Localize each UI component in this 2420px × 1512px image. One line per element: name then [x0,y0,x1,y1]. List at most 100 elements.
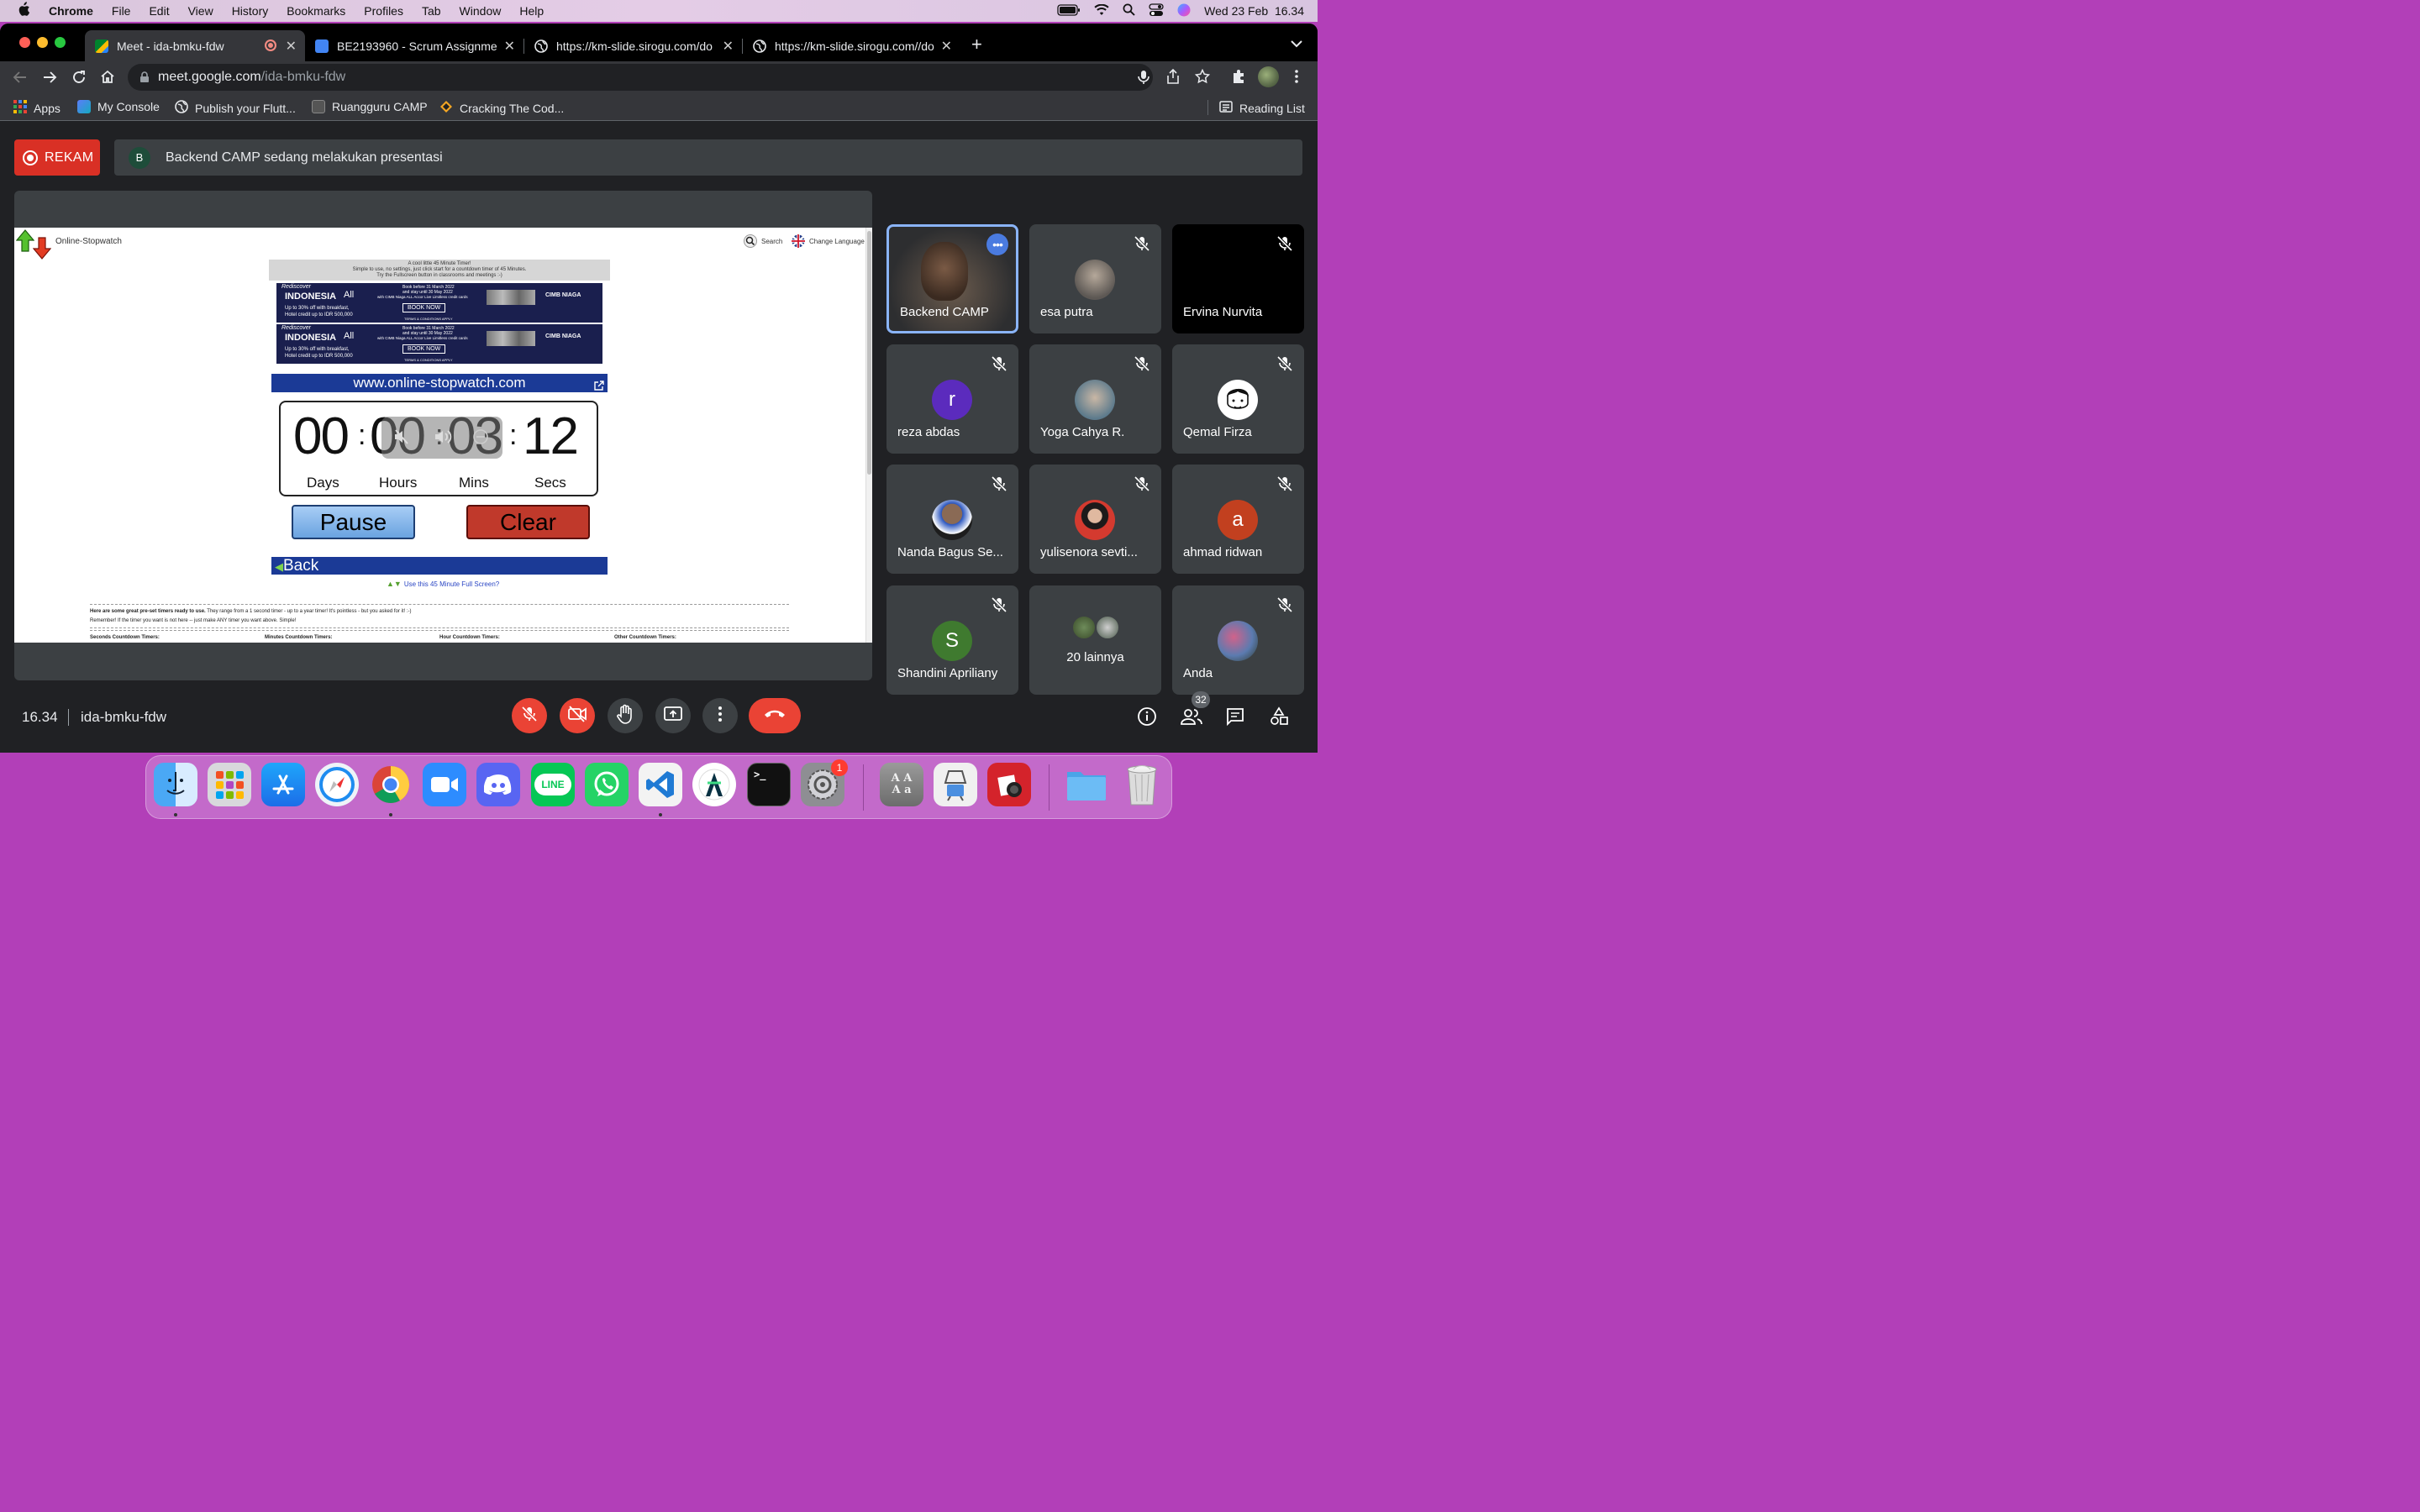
new-tab-button[interactable]: + [971,34,982,55]
search-icon[interactable] [744,234,757,252]
dock-chrome[interactable] [369,763,413,806]
participant-tile-esa-putra[interactable]: esa putra [1029,224,1161,333]
bookmark-apps[interactable]: Apps [13,100,60,116]
recording-badge[interactable]: REKAM [14,139,100,176]
clear-button[interactable]: Clear [466,505,590,539]
tab-km-slide-1[interactable]: https://km-slide.sirogu.com/do ✕ [524,30,742,61]
siri-icon[interactable] [1177,3,1191,19]
spotlight-search-icon[interactable] [1123,3,1135,18]
apple-menu-icon[interactable] [17,1,30,21]
back-arrow-icon[interactable] [13,70,28,89]
close-tab-icon[interactable]: ✕ [504,38,515,55]
more-menu-icon[interactable] [1294,69,1299,88]
search-link[interactable]: Search [761,238,782,245]
dock-line[interactable]: LINE [531,763,575,806]
page-scrollbar-thumb[interactable] [867,231,871,475]
external-link-icon[interactable] [594,377,604,396]
activities-icon[interactable] [1269,706,1289,731]
tab-meet[interactable]: Meet - ida-bmku-fdw ✕ [85,30,305,61]
participant-tile-ahmad-ridwan[interactable]: a ahmad ridwan [1172,465,1304,574]
mute-speaker-icon[interactable] [393,428,410,449]
tab-km-slide-2[interactable]: https://km-slide.sirogu.com//do ✕ [743,30,960,61]
mic-permission-icon[interactable] [1138,70,1150,89]
menu-help[interactable]: Help [519,4,544,18]
uk-flag-icon[interactable] [792,234,805,252]
zoom-window-button[interactable] [55,37,66,48]
participant-tile-qemal-firza[interactable]: Qemal Firza [1172,344,1304,454]
dock-downloads-folder[interactable] [1065,763,1108,806]
participant-options-icon[interactable]: ••• [986,234,1008,255]
participant-tile-reza-abdas[interactable]: r reza abdas [886,344,1018,454]
menu-app-name[interactable]: Chrome [49,4,93,18]
battery-icon[interactable] [1057,3,1081,18]
menu-clock[interactable]: Wed 23 Feb 16.34 [1204,4,1304,18]
dock-vscode[interactable] [639,763,682,806]
toggle-camera-button[interactable] [560,698,595,733]
bookmark-cracking-the-code[interactable]: Cracking The Cod... [439,100,564,116]
participant-tile-shandini[interactable]: S Shandini Apriliany [886,585,1018,695]
volume-speaker-icon[interactable] [434,428,452,449]
site-url-bar[interactable]: www.online-stopwatch.com [271,374,608,392]
address-bar[interactable]: meet.google.com/ida-bmku-fdw [128,64,1153,91]
menu-profiles[interactable]: Profiles [364,4,403,18]
menu-tab[interactable]: Tab [422,4,441,18]
participant-tile-nanda-bagus[interactable]: Nanda Bagus Se... [886,465,1018,574]
sound-overlay[interactable] [381,417,502,459]
change-language-link[interactable]: Change Language [809,238,865,245]
participant-tile-others[interactable]: 20 lainnya [1029,585,1161,695]
lock-icon[interactable] [139,71,150,87]
dock-trash[interactable] [1120,763,1164,806]
fullscreen-link-row[interactable]: ▲▼ Use this 45 Minute Full Screen? [387,580,499,588]
participant-tile-backend-camp[interactable]: ••• Backend CAMP [886,224,1018,333]
present-screen-button[interactable] [655,698,691,733]
bookmark-ruangguru-camp[interactable]: Ruangguru CAMP [312,100,428,113]
menu-window[interactable]: Window [460,4,502,18]
dock-safari[interactable] [315,763,359,806]
dock-whatsapp[interactable] [585,763,629,806]
bookmark-star-icon[interactable] [1194,68,1211,88]
leave-call-button[interactable] [749,698,801,733]
dock-finder[interactable] [154,763,197,806]
dock-discord[interactable] [476,763,520,806]
reading-list-button[interactable]: Reading List [1219,100,1305,116]
volume-minus-icon[interactable] [472,428,489,449]
menu-view[interactable]: View [188,4,213,18]
dock-terminal[interactable]: >_ [747,763,791,806]
participant-tile-ervina-nurvita[interactable]: Ervina Nurvita [1172,224,1304,333]
dock-dictionary[interactable]: A A A a [880,763,923,806]
minimize-window-button[interactable] [37,37,48,48]
reload-icon[interactable] [71,70,87,89]
bookmark-publish-flutter[interactable]: Publish your Flutt... [175,100,296,116]
raise-hand-button[interactable] [608,698,643,733]
tab-search-chevron-icon[interactable] [1291,37,1302,52]
people-icon[interactable] [1180,706,1203,731]
site-brand[interactable]: Online-Stopwatch [55,237,122,246]
back-bar[interactable]: ◀Back [271,557,608,575]
extensions-puzzle-icon[interactable] [1231,69,1246,88]
dock-preview[interactable] [934,763,977,806]
participant-tile-self[interactable]: Anda [1172,585,1304,695]
ad-book-now-button[interactable]: BOOK NOW [402,303,446,312]
dock-app-store[interactable] [261,763,305,806]
tab-docs[interactable]: BE2193960 - Scrum Assignment ✕ [305,30,523,61]
participant-tile-yoga-cahya[interactable]: Yoga Cahya R. [1029,344,1161,454]
close-tab-icon[interactable]: ✕ [723,38,734,55]
control-center-icon[interactable] [1149,3,1164,19]
menu-bookmarks[interactable]: Bookmarks [287,4,345,18]
ad-book-now-button[interactable]: BOOK NOW [402,344,446,354]
close-tab-icon[interactable]: ✕ [941,38,952,55]
profile-avatar[interactable] [1258,66,1279,87]
pause-button[interactable]: Pause [292,505,415,539]
chat-icon[interactable] [1225,706,1245,731]
meeting-info-icon[interactable] [1137,706,1157,731]
page-scrollbar[interactable] [865,228,872,643]
presentation-stage[interactable]: Online-Stopwatch Search Change Language … [14,191,872,680]
close-tab-icon[interactable]: ✕ [286,38,297,55]
bookmark-my-console[interactable]: My Console [77,100,160,113]
forward-arrow-icon[interactable] [42,70,57,89]
dock-android-studio[interactable] [692,763,736,806]
dock-launchpad[interactable] [208,763,251,806]
ad-banner[interactable]: Rediscover INDONESIA All Up to 30% off w… [276,324,602,364]
wifi-icon[interactable] [1094,3,1109,18]
home-icon[interactable] [100,69,115,88]
